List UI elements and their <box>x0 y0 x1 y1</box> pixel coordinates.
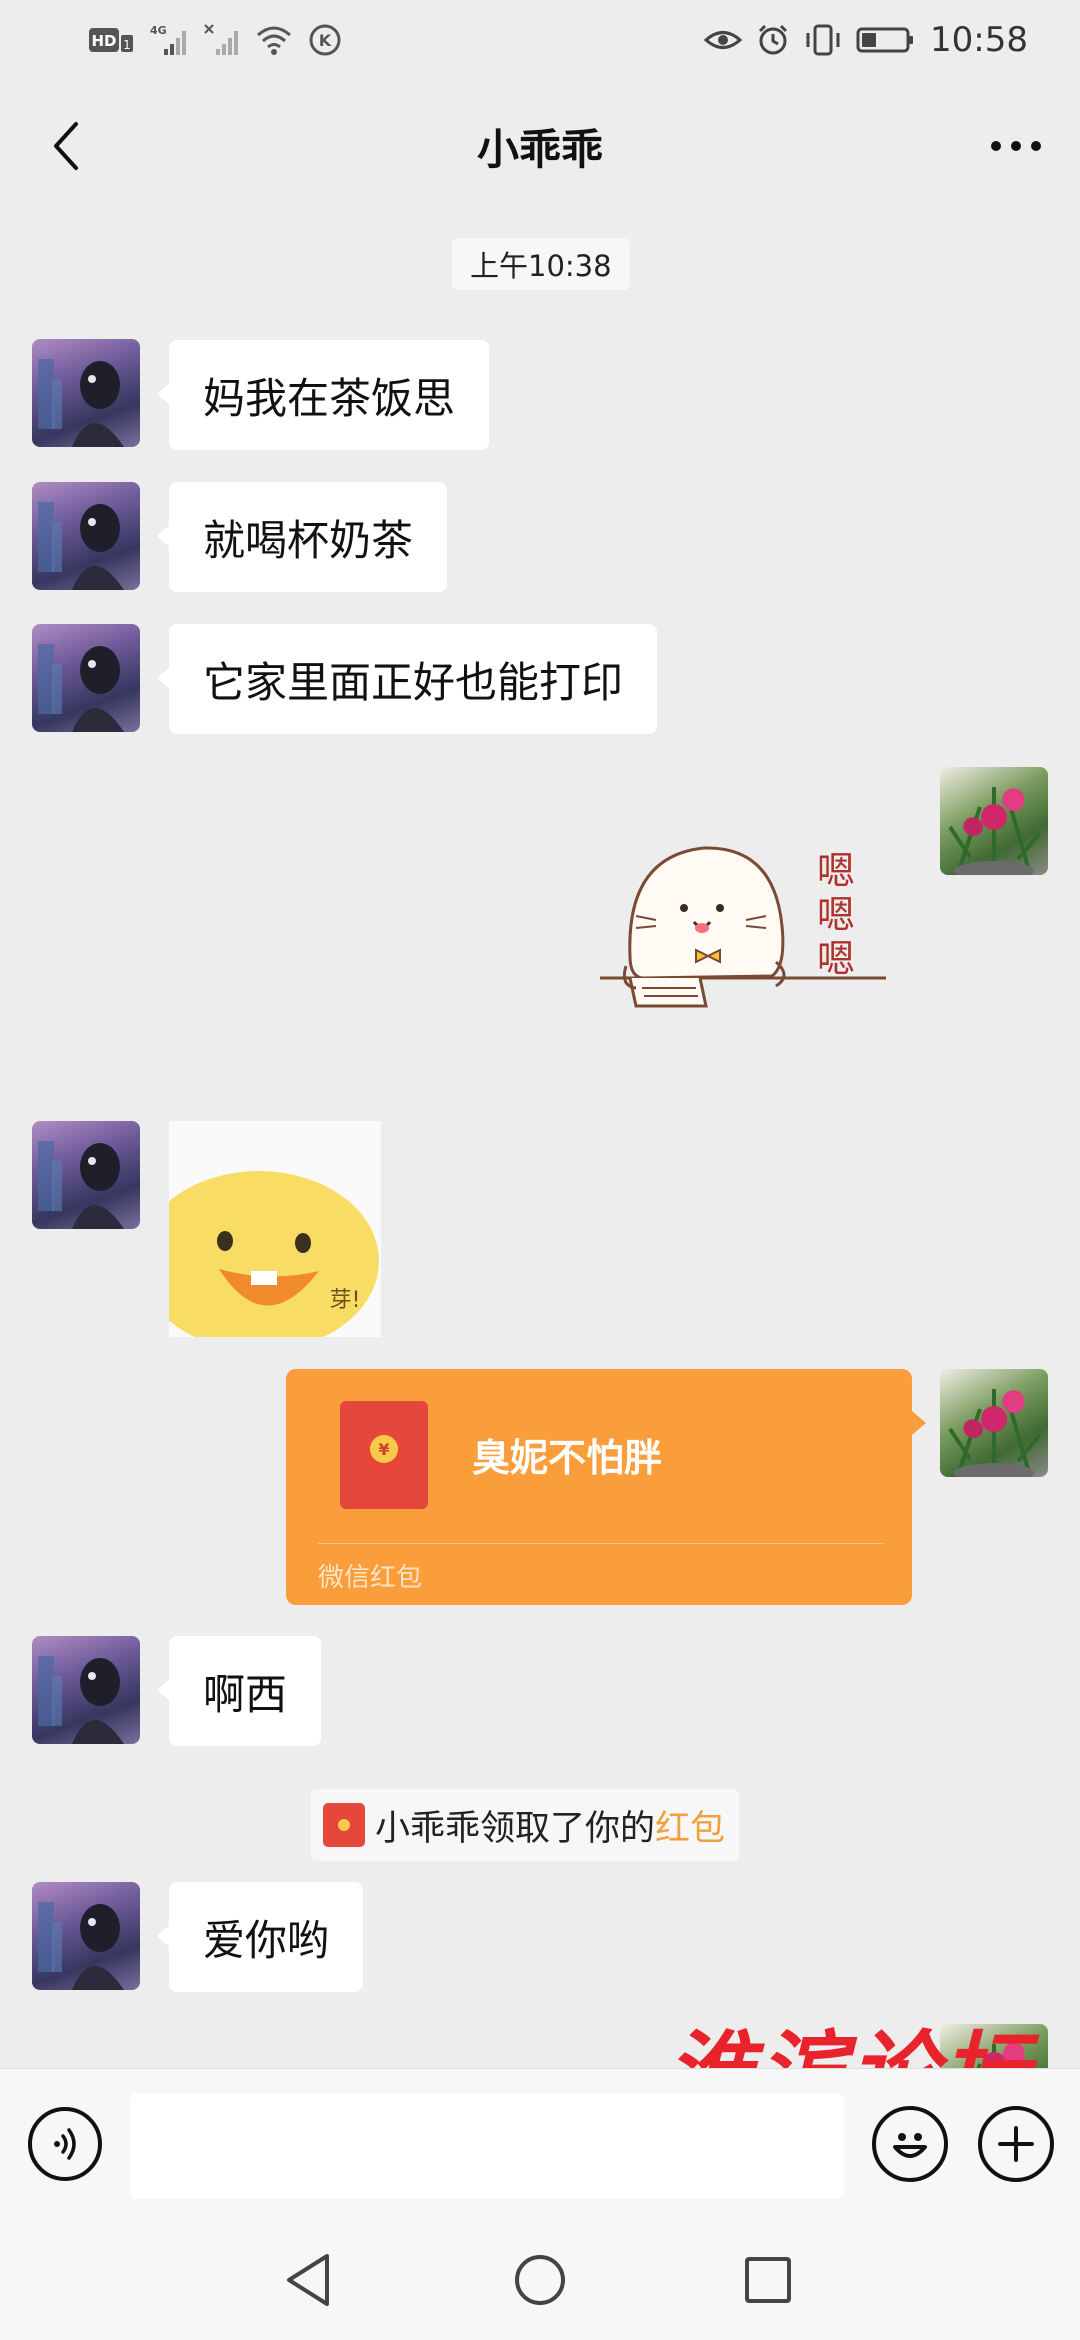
svg-text:HD: HD <box>91 32 116 50</box>
self-avatar-image <box>948 1389 1042 1477</box>
signal-4g-icon: 4G <box>150 23 190 57</box>
peer-avatar[interactable] <box>32 1636 140 1744</box>
status-time: 10:58 <box>930 20 1028 60</box>
chevron-left-icon <box>54 122 78 170</box>
nav-back-button[interactable] <box>272 2244 344 2316</box>
red-envelope-icon: ¥ <box>340 1401 428 1509</box>
self-avatar[interactable] <box>940 767 1048 875</box>
message-input[interactable] <box>130 2093 844 2199</box>
message-bubble[interactable]: 爱你哟 <box>156 1882 364 1992</box>
eye-icon <box>704 25 743 55</box>
nav-recents-button[interactable] <box>732 2244 804 2316</box>
system-message-text: 小乖乖领取了你的红包 <box>375 1800 725 1851</box>
red-envelope-icon <box>323 1803 365 1847</box>
message-bubble[interactable]: 妈我在茶饭思 <box>156 340 490 450</box>
vibrate-icon <box>804 23 842 57</box>
message-text: 就喝杯奶茶 <box>203 515 414 565</box>
peer-avatar-image <box>38 1902 124 1990</box>
self-avatar[interactable] <box>940 1369 1048 1477</box>
sticker-caption: 嗯 <box>817 849 855 893</box>
nav-recents-icon <box>745 2257 791 2303</box>
sticker-caption: 嗯 <box>817 893 855 937</box>
peer-avatar-image <box>38 644 124 732</box>
nav-home-icon <box>515 2255 565 2305</box>
svg-text:1: 1 <box>123 38 131 52</box>
svg-text:K: K <box>319 31 332 50</box>
red-packet-card[interactable]: ¥ 臭妮不怕胖 微信红包 <box>286 1369 926 1605</box>
message-text: 爱你哟 <box>203 1915 330 1965</box>
message-text: 妈我在茶饭思 <box>203 373 456 423</box>
system-message-prefix: 小乖乖领取了你的 <box>375 1808 656 1849</box>
voice-icon <box>54 2128 76 2160</box>
svg-text:4G: 4G <box>150 24 167 37</box>
peer-avatar[interactable] <box>32 1882 140 1990</box>
nav-home-button[interactable] <box>504 2244 576 2316</box>
status-right: 10:58 <box>704 20 1028 60</box>
message-bubble[interactable]: 它家里面正好也能打印 <box>156 624 658 734</box>
sticker-caption: 芽! <box>330 1288 361 1313</box>
hd-icon: HD 1 <box>88 25 136 55</box>
input-bar <box>0 2068 1080 2216</box>
peer-avatar[interactable] <box>32 339 140 447</box>
chick-sticker[interactable]: 芽! <box>169 1121 381 1337</box>
message-bubble[interactable]: 啊西 <box>156 1636 322 1746</box>
red-packet-title: 臭妮不怕胖 <box>472 1436 663 1480</box>
message-text: 它家里面正好也能打印 <box>203 657 624 707</box>
k-icon: K <box>308 23 342 57</box>
chat-area[interactable]: 上午10:38 妈我在茶饭思 就喝杯奶茶 它家里面正好也能打印 嗯 嗯 嗯 芽!… <box>0 212 1080 2068</box>
back-button[interactable] <box>30 110 102 182</box>
chat-title: 小乖乖 <box>476 124 603 174</box>
status-bar: HD 1 4G K 10:58 <box>0 0 1080 80</box>
self-avatar-image <box>948 787 1042 875</box>
chat-header: 小乖乖 <box>0 80 1080 212</box>
yuan-coin-icon: ¥ <box>370 1435 398 1463</box>
system-message: 小乖乖领取了你的红包 <box>311 1789 740 1861</box>
forum-watermark: 淮滨论坛 <box>666 2002 1034 2068</box>
red-packet-link[interactable]: 红包 <box>655 1809 725 1849</box>
sticker-caption: 嗯 <box>817 937 855 981</box>
red-packet-divider <box>318 1543 884 1544</box>
plus-icon <box>998 2126 1034 2162</box>
seal-sticker-image: 嗯 嗯 嗯 <box>600 846 886 1008</box>
seal-sticker[interactable]: 嗯 嗯 嗯 <box>596 816 896 1066</box>
emoji-icon <box>893 2133 927 2158</box>
alarm-icon <box>756 23 790 57</box>
voice-button[interactable] <box>28 2107 102 2181</box>
wifi-icon <box>254 23 294 57</box>
chick-sticker-image: 芽! <box>169 1171 379 1337</box>
status-left: HD 1 4G K <box>88 23 342 57</box>
more-button[interactable] <box>980 110 1052 182</box>
message-bubble[interactable]: 就喝杯奶茶 <box>156 482 448 592</box>
system-nav-bar <box>0 2216 1080 2340</box>
peer-avatar[interactable] <box>32 624 140 732</box>
battery-icon <box>856 25 916 55</box>
message-text: 啊西 <box>203 1669 288 1719</box>
more-dots-icon <box>991 141 1041 151</box>
peer-avatar[interactable] <box>32 482 140 590</box>
nav-back-icon <box>287 2254 329 2306</box>
peer-avatar-image <box>38 359 124 447</box>
signal-off-icon <box>204 23 240 57</box>
chat-timestamp: 上午10:38 <box>452 238 630 290</box>
plus-button[interactable] <box>978 2106 1054 2182</box>
peer-avatar-image <box>38 502 124 590</box>
peer-avatar-image <box>38 1656 124 1744</box>
peer-avatar-image <box>38 1141 124 1229</box>
red-packet-label: 微信红包 <box>318 1563 423 1593</box>
peer-avatar[interactable] <box>32 1121 140 1229</box>
emoji-button[interactable] <box>872 2106 948 2182</box>
